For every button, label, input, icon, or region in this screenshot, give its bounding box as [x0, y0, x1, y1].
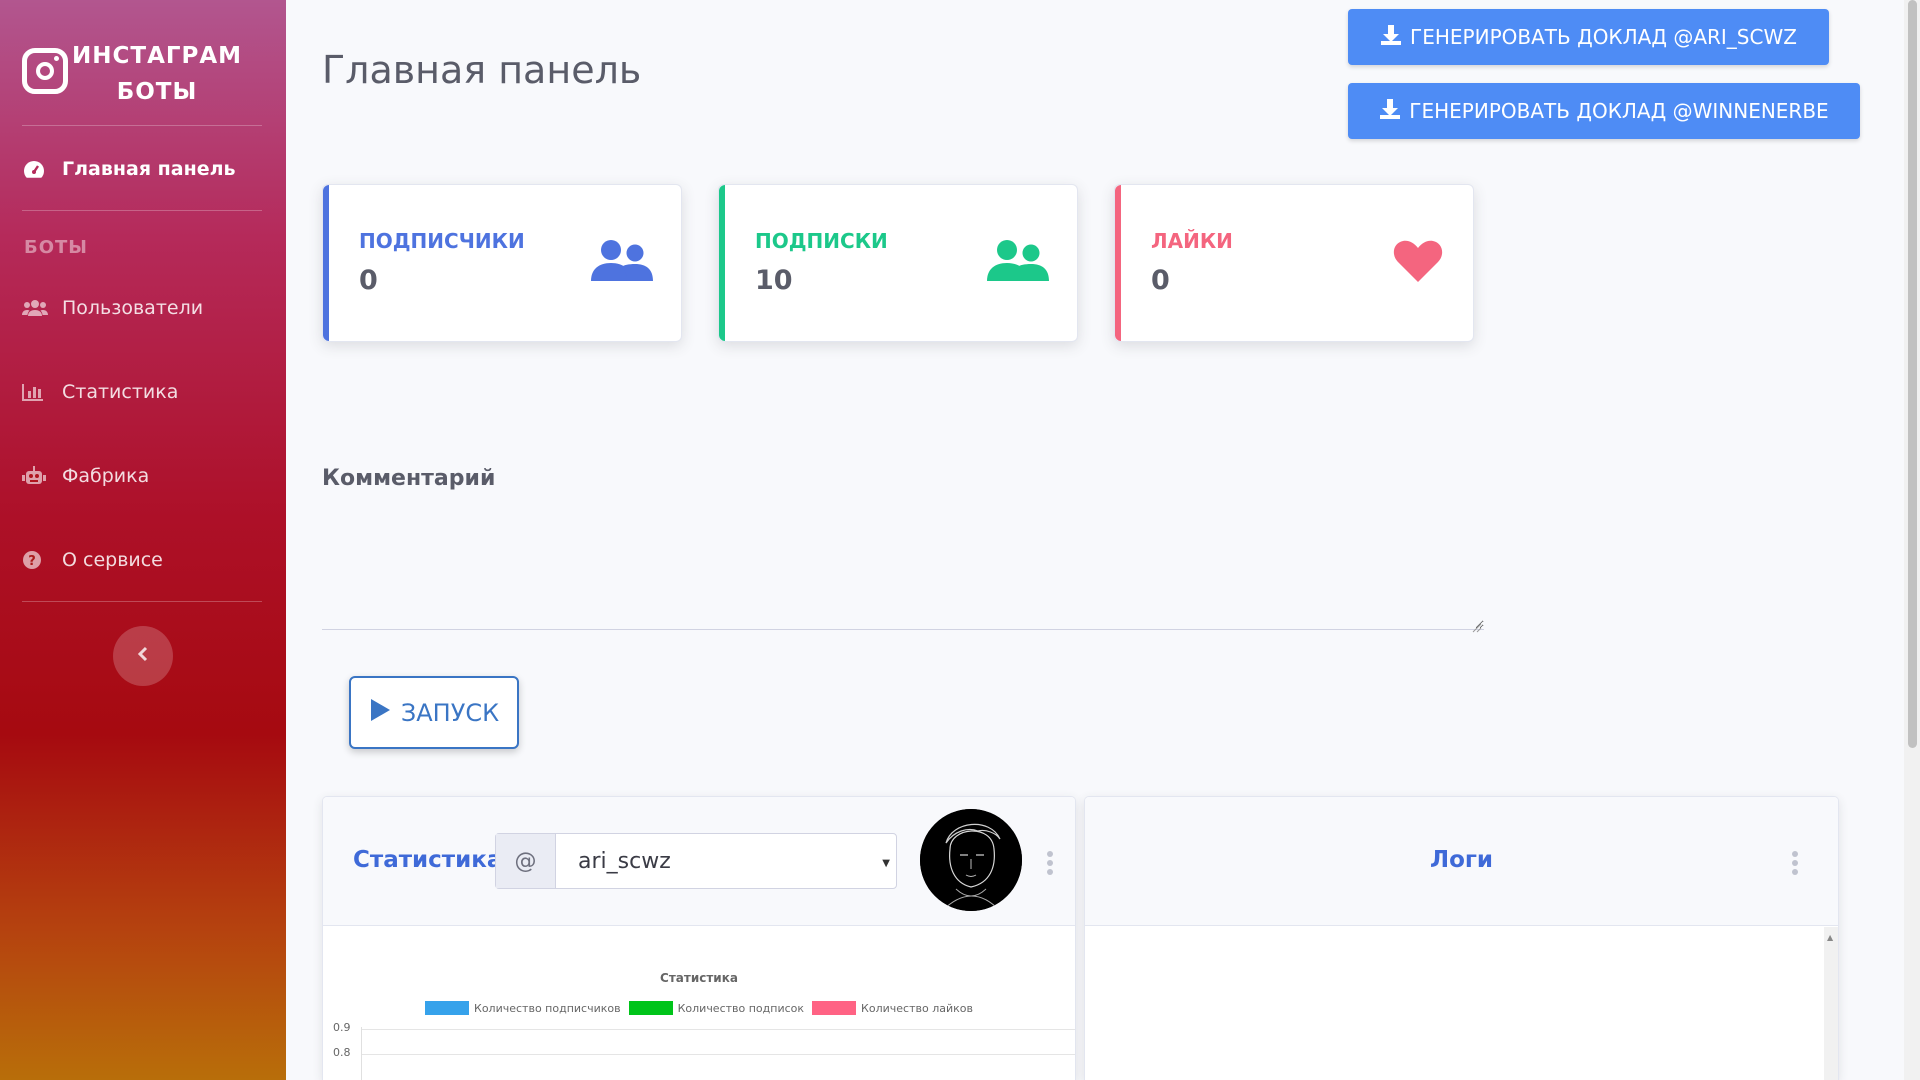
- page-scrollbar[interactable]: [1904, 0, 1920, 1080]
- sidebar-item-statistics[interactable]: Статистика: [22, 372, 272, 412]
- sidebar-item-users[interactable]: Пользователи: [22, 288, 272, 328]
- card-label: ПОДПИСЧИКИ: [359, 229, 525, 253]
- generate-report-ari-label: ГЕНЕРИРОВАТЬ ДОКЛАД @ARI_SCWZ: [1410, 25, 1797, 49]
- run-button-label: ЗАПУСК: [400, 698, 500, 727]
- card-accent: [719, 185, 725, 341]
- legend-label: Количество подписчиков: [474, 1001, 621, 1015]
- statistics-panel: Статистика @ ari_scwz ▼ Статистика Колич…: [322, 796, 1076, 1080]
- statistics-panel-title: Статистика: [353, 847, 503, 873]
- card-value: 10: [755, 265, 793, 296]
- avatar: [920, 809, 1022, 911]
- comment-textarea[interactable]: [322, 510, 1484, 630]
- sidebar-item-factory[interactable]: Фабрика: [22, 456, 272, 496]
- robot-icon: [22, 466, 62, 486]
- chart-legend: Количество подписчиков Количество подпис…: [323, 1001, 1075, 1015]
- heart-icon: [1393, 239, 1443, 287]
- logs-menu-icon[interactable]: [1792, 851, 1798, 875]
- legend-swatch: [628, 1001, 673, 1015]
- logs-scrollbar[interactable]: ▲: [1824, 927, 1838, 1080]
- sidebar-divider: [22, 601, 262, 602]
- logs-panel: Логи ▲: [1084, 796, 1839, 1080]
- generate-report-ari-button[interactable]: ГЕНЕРИРОВАТЬ ДОКЛАД @ARI_SCWZ: [1348, 9, 1829, 65]
- legend-swatch: [812, 1001, 857, 1015]
- card-value: 0: [1151, 265, 1170, 296]
- instagram-logo-icon: [22, 48, 68, 94]
- account-select[interactable]: ari_scwz ▼: [556, 834, 896, 888]
- users-icon: [22, 299, 62, 317]
- tachometer-icon: [22, 159, 62, 179]
- brand[interactable]: ИНСТАГРАМ БОТЫ: [22, 38, 262, 108]
- at-prefix: @: [496, 834, 556, 888]
- brand-title: ИНСТАГРАМ БОТЫ: [72, 38, 242, 110]
- chart-title: Статистика: [660, 971, 738, 985]
- card-accent: [1115, 185, 1121, 341]
- gridline: [361, 1029, 1075, 1030]
- sidebar-item-label: Фабрика: [62, 465, 150, 487]
- card-label: ПОДПИСКИ: [755, 229, 888, 253]
- legend-swatch: [425, 1001, 470, 1015]
- card-accent: [323, 185, 329, 341]
- play-icon: [369, 698, 391, 728]
- legend-label: Количество подписок: [677, 1001, 805, 1015]
- download-icon: [1379, 98, 1401, 125]
- sidebar-item-label: Статистика: [62, 381, 179, 403]
- logs-panel-title: Логи: [1429, 847, 1494, 873]
- logs-panel-header: Логи: [1085, 797, 1838, 926]
- comment-label: Комментарий: [322, 466, 496, 491]
- statistics-panel-header: Статистика @ ari_scwz ▼: [323, 797, 1075, 926]
- legend-item[interactable]: Количество подписок: [628, 1001, 805, 1015]
- scroll-up-icon[interactable]: ▲: [1827, 933, 1833, 942]
- legend-item[interactable]: Количество лайков: [812, 1001, 973, 1015]
- users-icon: [591, 239, 653, 287]
- legend-item[interactable]: Количество подписчиков: [425, 1001, 621, 1015]
- card-label: ЛАЙКИ: [1151, 229, 1233, 253]
- account-select-group: @ ari_scwz ▼: [495, 833, 897, 889]
- sidebar-item-about[interactable]: ? О сервисе: [22, 540, 272, 580]
- likes-card: ЛАЙКИ 0: [1114, 184, 1474, 342]
- sidebar-heading: БОТЫ: [24, 237, 88, 258]
- following-card: ПОДПИСКИ 10: [718, 184, 1078, 342]
- generate-report-winnenerbe-button[interactable]: ГЕНЕРИРОВАТЬ ДОКЛАД @WINNENERBE: [1348, 83, 1860, 139]
- followers-card: ПОДПИСЧИКИ 0: [322, 184, 682, 342]
- statistics-menu-icon[interactable]: [1047, 851, 1053, 875]
- sidebar: ИНСТАГРАМ БОТЫ Главная панель БОТЫ Польз…: [0, 0, 286, 1080]
- question-circle-icon: ?: [22, 550, 62, 570]
- y-tick-label: 0.8: [333, 1046, 351, 1059]
- legend-label: Количество лайков: [861, 1001, 973, 1015]
- account-select-value: ari_scwz: [578, 848, 671, 874]
- chart-bar-icon: [22, 383, 62, 401]
- run-button[interactable]: ЗАПУСК: [349, 676, 519, 749]
- chevron-left-icon: [137, 646, 149, 666]
- sidebar-toggle-button[interactable]: [113, 626, 173, 686]
- sidebar-item-label: Главная панель: [62, 158, 236, 180]
- users-icon: [987, 239, 1049, 287]
- statistics-chart: Статистика Количество подписчиков Количе…: [323, 927, 1075, 1080]
- download-icon: [1380, 24, 1402, 51]
- card-value: 0: [359, 265, 378, 296]
- sidebar-divider: [22, 210, 262, 211]
- sidebar-item-label: Пользователи: [62, 297, 204, 319]
- svg-text:?: ?: [28, 554, 36, 569]
- gridline: [361, 1054, 1075, 1055]
- y-axis: [361, 1027, 362, 1080]
- brand-line-2: БОТЫ: [116, 79, 198, 105]
- y-tick-label: 0.9: [333, 1021, 351, 1034]
- sidebar-item-label: О сервисе: [62, 549, 163, 571]
- sidebar-item-dashboard[interactable]: Главная панель: [22, 149, 272, 189]
- page-title: Главная панель: [322, 48, 642, 92]
- resize-grip-icon[interactable]: [1472, 618, 1482, 633]
- page-scrollbar-thumb[interactable]: [1908, 0, 1917, 748]
- caret-down-icon: ▼: [882, 858, 890, 869]
- generate-report-winnenerbe-label: ГЕНЕРИРОВАТЬ ДОКЛАД @WINNENERBE: [1409, 99, 1829, 123]
- brand-line-1: ИНСТАГРАМ: [72, 43, 243, 69]
- sidebar-divider: [22, 125, 262, 126]
